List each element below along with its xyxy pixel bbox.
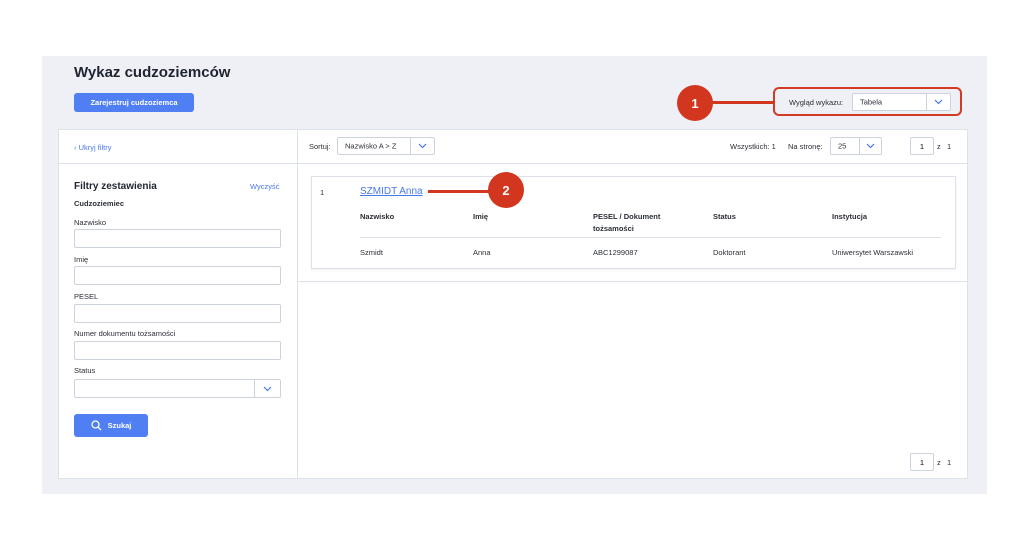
filters-divider <box>59 163 297 164</box>
clear-filters-link[interactable]: Wyczyść <box>250 182 280 191</box>
cell-surname: Szmidt <box>360 248 383 257</box>
surname-input[interactable] <box>74 229 281 248</box>
register-foreigner-button[interactable]: Zarejestruj cudzoziemca <box>74 93 194 112</box>
first-name-input[interactable] <box>74 266 281 285</box>
column-header-status: Status <box>713 212 736 221</box>
per-page-select[interactable]: 25 <box>830 137 882 155</box>
toolbar-divider <box>298 163 967 164</box>
column-header-institution: Instytucja <box>832 212 868 221</box>
page-of-label-bottom: z <box>937 458 941 467</box>
cell-first-name: Anna <box>473 248 491 257</box>
sort-label: Sortuj: <box>309 142 331 151</box>
chevron-down-icon <box>410 138 434 154</box>
page-total-top: 1 <box>947 142 952 151</box>
view-select-value: Tabela <box>860 97 883 107</box>
surname-label: Nazwisko <box>74 218 107 227</box>
search-button[interactable]: Szukaj <box>74 414 148 437</box>
view-label: Wygląd wykazu: <box>789 98 844 107</box>
result-index: 1 <box>320 188 325 197</box>
annotation-line-1 <box>712 101 774 104</box>
search-button-label: Szukaj <box>107 421 132 430</box>
page-total-bottom: 1 <box>947 458 952 467</box>
table-header-divider <box>360 237 941 238</box>
id-document-label: Numer dokumentu tożsamości <box>74 329 176 338</box>
pesel-input[interactable] <box>74 304 281 323</box>
filters-title: Filtry zestawienia <box>74 181 157 192</box>
page-of-label-top: z <box>937 142 941 151</box>
column-header-pesel-document: PESEL / Dokument tożsamości <box>593 212 661 233</box>
status-select[interactable] <box>74 379 281 398</box>
cell-institution: Uniwersytet Warszawski <box>832 248 913 257</box>
status-label: Status <box>74 366 96 375</box>
id-document-input[interactable] <box>74 341 281 360</box>
sort-select-value: Nazwisko A > Z <box>345 141 397 151</box>
annotation-badge-1: 1 <box>677 85 713 121</box>
sort-select[interactable]: Nazwisko A > Z <box>337 137 435 155</box>
total-count: Wszystkich: 1 <box>730 142 776 151</box>
results-divider <box>298 281 967 282</box>
column-header-first-name: Imię <box>473 212 489 221</box>
first-name-label: Imię <box>74 255 89 264</box>
person-name-link[interactable]: SZMIDT Anna <box>360 186 423 197</box>
view-select[interactable]: Tabela <box>852 93 951 111</box>
chevron-down-icon <box>859 138 881 154</box>
per-page-value: 25 <box>838 141 847 151</box>
annotation-badge-2: 2 <box>488 172 524 208</box>
per-page-label: Na stronę: <box>788 142 823 151</box>
search-icon <box>90 420 102 431</box>
chevron-down-icon <box>254 380 280 397</box>
filters-section-label: Cudzoziemiec <box>74 199 125 208</box>
cell-status: Doktorant <box>713 248 746 257</box>
page-number-input-top[interactable] <box>910 137 934 155</box>
column-header-surname: Nazwisko <box>360 212 395 221</box>
cell-pesel-document: ABC1299087 <box>593 248 638 257</box>
page-title: Wykaz cudzoziemców <box>74 64 231 81</box>
chevron-down-icon <box>926 94 950 110</box>
page-number-input-bottom[interactable] <box>910 453 934 471</box>
annotation-line-2 <box>428 190 490 193</box>
hide-filters-link[interactable]: ‹ Ukryj filtry <box>74 143 112 152</box>
pesel-label: PESEL <box>74 292 99 301</box>
